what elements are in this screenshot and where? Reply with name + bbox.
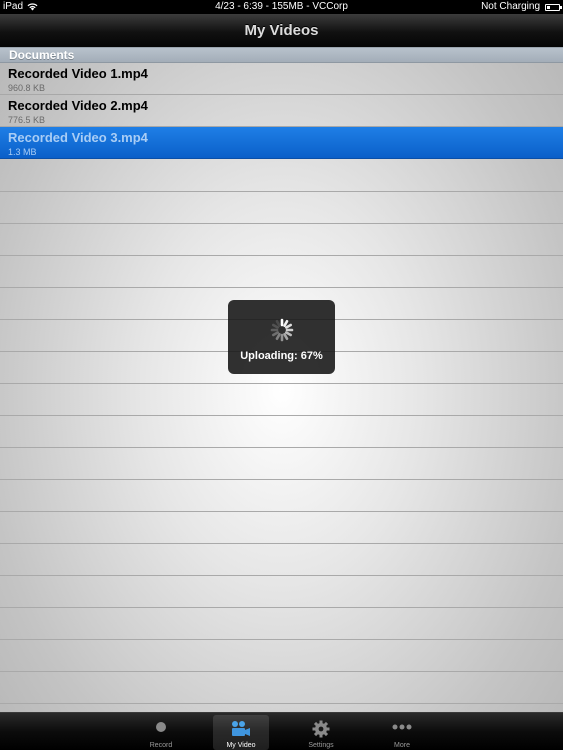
loading-spinner-icon: [270, 318, 294, 342]
video-size: 960.8 KB: [8, 83, 46, 93]
tab-label: My Video: [226, 742, 256, 749]
tab-bar: Record My Video Settings More: [0, 712, 563, 750]
video-size: 776.5 KB: [8, 115, 46, 125]
record-icon: [156, 722, 166, 732]
video-row-3[interactable]: Recorded Video 3.mp4 1.3 MB: [0, 127, 563, 159]
video-name: Recorded Video 1.mp4: [8, 66, 148, 81]
video-name: Recorded Video 3.mp4: [8, 130, 148, 145]
video-row-1[interactable]: Recorded Video 1.mp4 960.8 KB: [0, 63, 563, 95]
status-right: Not Charging: [481, 0, 562, 14]
gear-icon: [312, 720, 330, 738]
tab-record[interactable]: Record: [133, 715, 189, 750]
status-center-text: 4/23 - 6:39 - 155MB - VCCorp: [215, 1, 348, 12]
video-camera-icon: [232, 721, 250, 736]
tab-label: More: [394, 742, 410, 749]
tab-my-video[interactable]: My Video: [213, 715, 269, 750]
tab-more[interactable]: More: [374, 715, 430, 750]
tab-label: Record: [149, 742, 173, 749]
section-title: Documents: [9, 48, 75, 62]
video-row-2[interactable]: Recorded Video 2.mp4 776.5 KB: [0, 95, 563, 127]
video-name: Recorded Video 2.mp4: [8, 98, 148, 113]
battery-icon: [545, 3, 562, 11]
tab-label: Settings: [308, 742, 334, 749]
section-header: Documents: [0, 47, 563, 63]
video-size: 1.3 MB: [8, 147, 37, 157]
empty-table-rows: [0, 160, 563, 712]
app-screen: iPad 4/23 - 6:39 - 155MB - VCCorp Not Ch…: [0, 0, 563, 750]
charging-status: Not Charging: [481, 1, 540, 12]
navigation-bar: My Videos: [0, 14, 563, 48]
tab-settings[interactable]: Settings: [293, 715, 349, 750]
more-dots-icon: [392, 724, 412, 730]
page-title: My Videos: [244, 22, 319, 39]
upload-progress-hud: Uploading: 67%: [228, 300, 335, 374]
status-bar: iPad 4/23 - 6:39 - 155MB - VCCorp Not Ch…: [0, 0, 563, 14]
video-list: Recorded Video 1.mp4 960.8 KB Recorded V…: [0, 63, 563, 159]
upload-status-text: Uploading: 67%: [240, 350, 323, 362]
